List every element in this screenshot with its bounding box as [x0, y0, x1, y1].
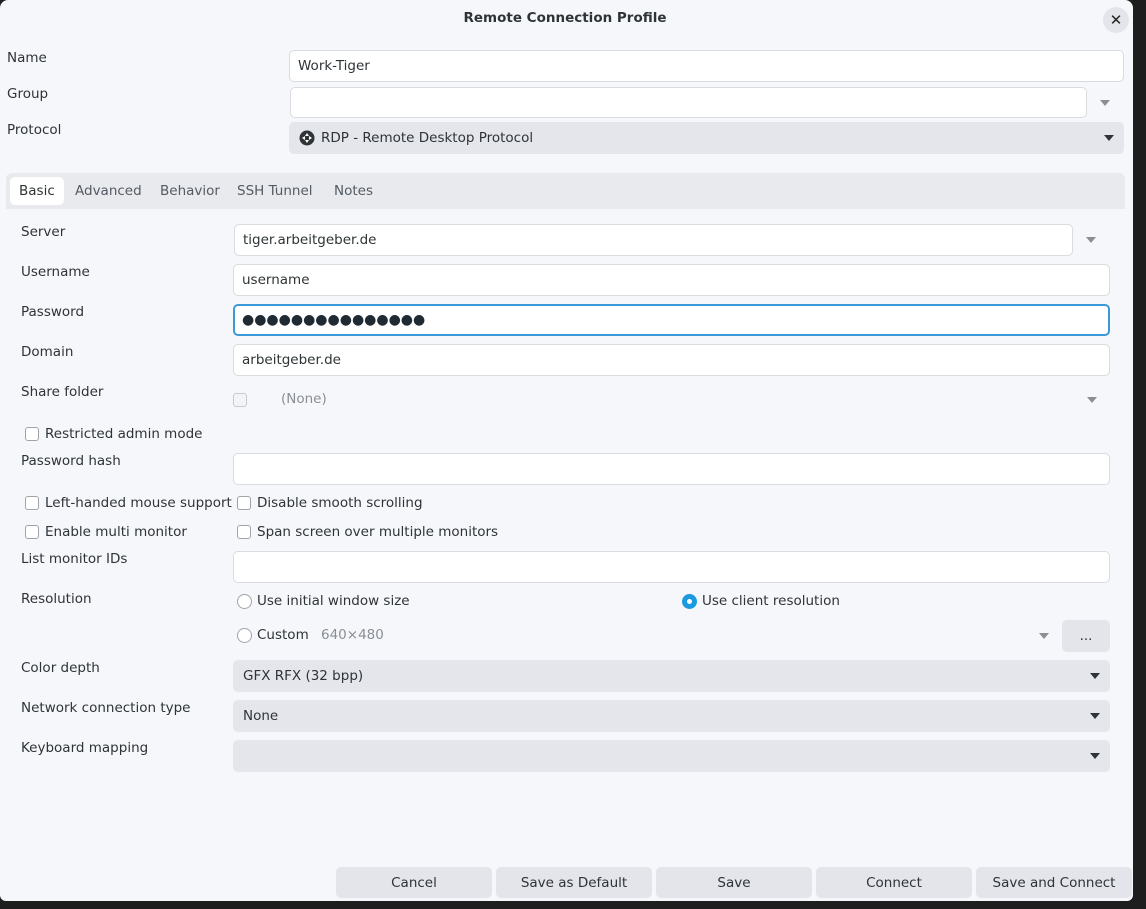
disable-smooth-scrolling-label[interactable]: Disable smooth scrolling: [257, 495, 423, 511]
resolution-initial-label[interactable]: Use initial window size: [257, 593, 410, 609]
color-depth-select[interactable]: GFX RFX (32 bpp): [233, 660, 1110, 692]
chevron-down-icon: [1086, 237, 1096, 243]
password-hash-label: Password hash: [21, 453, 121, 469]
domain-value: arbeitgeber.de: [242, 352, 341, 368]
network-type-value: None: [243, 708, 279, 724]
group-dropdown-button[interactable]: [1100, 100, 1110, 106]
chevron-down-icon: [1087, 397, 1097, 403]
server-label: Server: [21, 224, 66, 240]
chevron-down-icon: [1039, 633, 1049, 639]
group-input[interactable]: [290, 87, 1087, 118]
resolution-custom-radio[interactable]: [237, 628, 252, 643]
share-folder-label: Share folder: [21, 384, 104, 400]
tab-advanced[interactable]: Advanced: [66, 177, 151, 205]
password-value: ●●●●●●●●●●●●●●●: [242, 312, 426, 328]
resolution-more-button[interactable]: ...: [1062, 620, 1110, 652]
server-input[interactable]: tiger.arbeitgeber.de: [234, 224, 1073, 256]
left-handed-checkbox[interactable]: [25, 496, 39, 510]
resolution-custom-value[interactable]: 640×480: [321, 627, 384, 643]
resolution-initial-radio[interactable]: [237, 594, 252, 609]
keyboard-mapping-select[interactable]: [233, 740, 1110, 772]
cancel-button[interactable]: Cancel: [336, 867, 492, 898]
resolution-custom-label[interactable]: Custom: [257, 627, 309, 643]
color-depth-label: Color depth: [21, 660, 100, 676]
monitor-ids-label: List monitor IDs: [21, 551, 128, 567]
restricted-admin-label[interactable]: Restricted admin mode: [45, 426, 202, 442]
tab-notes[interactable]: Notes: [325, 177, 382, 205]
save-and-connect-button[interactable]: Save and Connect: [976, 867, 1132, 898]
dialog-title: Remote Connection Profile: [463, 10, 667, 26]
protocol-value: RDP - Remote Desktop Protocol: [321, 130, 534, 146]
keyboard-mapping-label: Keyboard mapping: [21, 740, 149, 756]
tab-ssh-tunnel[interactable]: SSH Tunnel: [228, 177, 322, 205]
server-value: tiger.arbeitgeber.de: [243, 232, 377, 248]
color-depth-value: GFX RFX (32 bpp): [243, 668, 364, 684]
share-folder-dropdown-button[interactable]: [1087, 397, 1097, 403]
share-folder-value[interactable]: (None): [281, 391, 327, 407]
protocol-select[interactable]: RDP - Remote Desktop Protocol: [289, 122, 1124, 154]
restricted-admin-checkbox[interactable]: [25, 427, 39, 441]
chevron-down-icon: [1090, 673, 1100, 679]
save-button[interactable]: Save: [656, 867, 812, 898]
username-input[interactable]: username: [233, 264, 1110, 296]
resolution-client-radio[interactable]: [682, 594, 697, 609]
span-screen-label[interactable]: Span screen over multiple monitors: [257, 524, 498, 540]
tab-behavior[interactable]: Behavior: [151, 177, 229, 205]
close-icon: ✕: [1109, 11, 1123, 29]
network-type-select[interactable]: None: [233, 700, 1110, 732]
resolution-dropdown-button[interactable]: [1039, 633, 1049, 639]
resolution-label: Resolution: [21, 591, 92, 607]
span-screen-checkbox[interactable]: [237, 525, 251, 539]
network-type-label: Network connection type: [21, 700, 191, 716]
name-input[interactable]: Work-Tiger: [289, 50, 1124, 82]
tab-basic[interactable]: Basic: [10, 177, 64, 205]
disable-smooth-scrolling-checkbox[interactable]: [237, 496, 251, 510]
close-button[interactable]: ✕: [1103, 7, 1129, 33]
domain-label: Domain: [21, 344, 74, 360]
resolution-client-label[interactable]: Use client resolution: [702, 593, 840, 609]
server-dropdown-button[interactable]: [1086, 237, 1096, 243]
group-label: Group: [7, 86, 49, 102]
username-value: username: [242, 272, 310, 288]
monitor-ids-input[interactable]: [233, 551, 1110, 583]
password-hash-input[interactable]: [233, 453, 1110, 485]
domain-input[interactable]: arbeitgeber.de: [233, 344, 1110, 376]
chevron-down-icon: [1104, 135, 1114, 141]
protocol-label: Protocol: [7, 122, 62, 138]
chevron-down-icon: [1090, 713, 1100, 719]
profile-dialog: Remote Connection Profile ✕ Name Work-Ti…: [0, 0, 1133, 901]
left-handed-label[interactable]: Left-handed mouse support: [45, 495, 232, 511]
name-input-value: Work-Tiger: [298, 58, 370, 74]
multi-monitor-checkbox[interactable]: [25, 525, 39, 539]
password-input[interactable]: ●●●●●●●●●●●●●●●: [233, 304, 1110, 336]
rdp-icon: [299, 130, 315, 146]
multi-monitor-label[interactable]: Enable multi monitor: [45, 524, 187, 540]
username-label: Username: [21, 264, 90, 280]
name-label: Name: [7, 50, 47, 66]
share-folder-checkbox[interactable]: [233, 393, 247, 407]
chevron-down-icon: [1100, 100, 1110, 106]
chevron-down-icon: [1090, 753, 1100, 759]
save-as-default-button[interactable]: Save as Default: [496, 867, 652, 898]
password-label: Password: [21, 304, 85, 320]
connect-button[interactable]: Connect: [816, 867, 972, 898]
